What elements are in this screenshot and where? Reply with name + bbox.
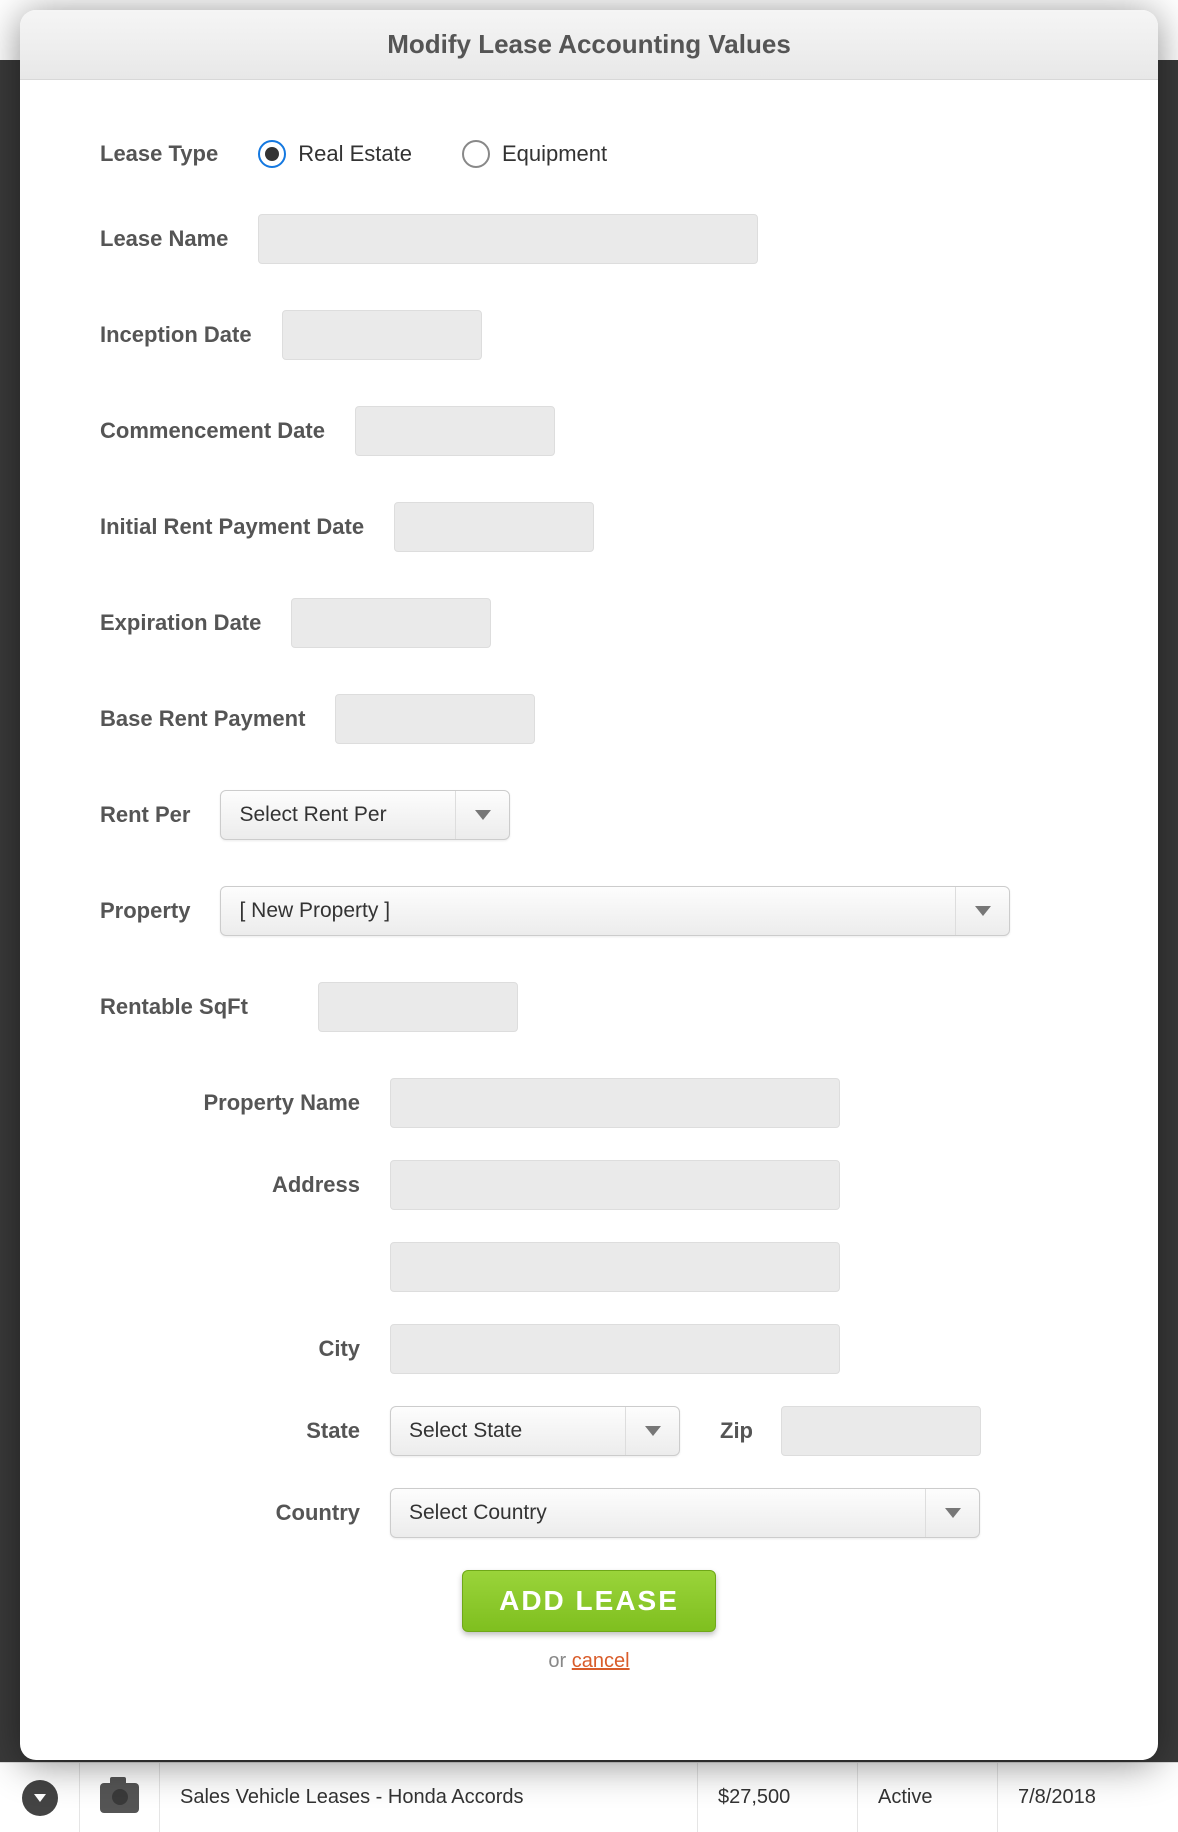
state-select[interactable]: Select State <box>390 1406 680 1456</box>
chevron-down-icon <box>925 1489 979 1537</box>
row-base-rent-payment: Base Rent Payment <box>100 694 1078 744</box>
row-camera-icon-cell[interactable] <box>80 1763 160 1832</box>
zip-label: Zip <box>720 1418 753 1444</box>
inception-date-label: Inception Date <box>100 322 252 348</box>
rentable-sqft-label: Rentable SqFt <box>100 994 248 1020</box>
property-name-label: Property Name <box>120 1090 360 1116</box>
radio-icon <box>462 140 490 168</box>
commencement-date-input[interactable] <box>355 406 555 456</box>
property-label: Property <box>100 898 190 924</box>
chevron-down-icon <box>955 887 1009 935</box>
row-address: Address <box>120 1160 1078 1210</box>
base-rent-payment-label: Base Rent Payment <box>100 706 305 732</box>
chevron-down-icon <box>455 791 509 839</box>
row-rentable-sqft: Rentable SqFt <box>100 982 1078 1032</box>
address-label: Address <box>120 1172 360 1198</box>
modify-lease-modal: Modify Lease Accounting Values Lease Typ… <box>20 10 1158 1760</box>
lease-type-equipment-radio[interactable]: Equipment <box>462 140 607 168</box>
rent-per-selected: Select Rent Per <box>221 803 455 827</box>
row-status: Active <box>858 1763 998 1832</box>
cancel-link[interactable]: cancel <box>572 1650 630 1672</box>
address-line2-input[interactable] <box>390 1242 840 1292</box>
property-select[interactable]: [ New Property ] <box>220 886 1010 936</box>
row-rent-per: Rent Per Select Rent Per <box>100 790 1078 840</box>
rent-per-select[interactable]: Select Rent Per <box>220 790 510 840</box>
modal-title: Modify Lease Accounting Values <box>20 10 1158 80</box>
row-lease-type: Lease Type Real Estate Equipment <box>100 140 1078 168</box>
commencement-date-label: Commencement Date <box>100 418 325 444</box>
background-table-row: Sales Vehicle Leases - Honda Accords $27… <box>0 1762 1178 1832</box>
city-label: City <box>120 1336 360 1362</box>
row-property-name: Property Name <box>120 1078 1078 1128</box>
inception-date-input[interactable] <box>282 310 482 360</box>
expiration-date-label: Expiration Date <box>100 610 261 636</box>
country-select[interactable]: Select Country <box>390 1488 980 1538</box>
radio-icon <box>258 140 286 168</box>
chevron-down-icon <box>625 1407 679 1455</box>
property-name-input[interactable] <box>390 1078 840 1128</box>
rentable-sqft-input[interactable] <box>318 982 518 1032</box>
property-detail-section: Property Name Address City State Select … <box>120 1078 1078 1538</box>
row-amount: $27,500 <box>698 1763 858 1832</box>
initial-rent-payment-date-label: Initial Rent Payment Date <box>100 514 364 540</box>
row-country: Country Select Country <box>120 1488 1078 1538</box>
lease-name-input[interactable] <box>258 214 758 264</box>
row-expand-icon-cell[interactable] <box>0 1763 80 1832</box>
or-text: or <box>548 1650 571 1672</box>
radio-label-real-estate: Real Estate <box>298 141 412 167</box>
country-selected: Select Country <box>391 1501 925 1525</box>
initial-rent-payment-date-input[interactable] <box>394 502 594 552</box>
row-lease-name[interactable]: Sales Vehicle Leases - Honda Accords <box>160 1763 698 1832</box>
row-property: Property [ New Property ] <box>100 886 1078 936</box>
row-date: 7/8/2018 <box>998 1763 1178 1832</box>
state-label: State <box>120 1418 360 1444</box>
row-lease-name-field: Lease Name <box>100 214 1078 264</box>
address-line1-input[interactable] <box>390 1160 840 1210</box>
lease-type-label: Lease Type <box>100 141 218 167</box>
country-label: Country <box>120 1500 360 1526</box>
row-inception-date: Inception Date <box>100 310 1078 360</box>
row-commencement-date: Commencement Date <box>100 406 1078 456</box>
zip-input[interactable] <box>781 1406 981 1456</box>
rent-per-label: Rent Per <box>100 802 190 828</box>
lease-name-label: Lease Name <box>100 226 228 252</box>
modal-footer: ADD LEASE or cancel <box>100 1570 1078 1673</box>
add-lease-button[interactable]: ADD LEASE <box>462 1570 716 1632</box>
circle-chevron-down-icon <box>22 1780 58 1816</box>
state-selected: Select State <box>391 1419 625 1443</box>
row-initial-rent-payment-date: Initial Rent Payment Date <box>100 502 1078 552</box>
row-address2 <box>120 1242 1078 1292</box>
row-city: City <box>120 1324 1078 1374</box>
base-rent-payment-input[interactable] <box>335 694 535 744</box>
radio-label-equipment: Equipment <box>502 141 607 167</box>
row-expiration-date: Expiration Date <box>100 598 1078 648</box>
modal-body: Lease Type Real Estate Equipment Lease N… <box>20 80 1158 1693</box>
camera-icon <box>100 1783 139 1813</box>
row-state-zip: State Select State Zip <box>120 1406 1078 1456</box>
city-input[interactable] <box>390 1324 840 1374</box>
property-selected: [ New Property ] <box>221 899 955 923</box>
or-cancel-text: or cancel <box>100 1650 1078 1673</box>
expiration-date-input[interactable] <box>291 598 491 648</box>
lease-type-real-estate-radio[interactable]: Real Estate <box>258 140 412 168</box>
